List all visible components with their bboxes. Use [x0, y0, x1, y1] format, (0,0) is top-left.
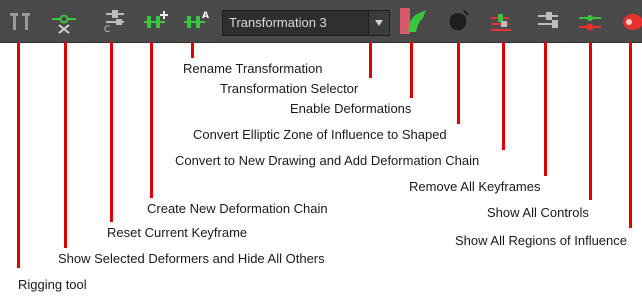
- callout-rename: [191, 42, 194, 58]
- rename-transformation-button[interactable]: A: [180, 6, 212, 36]
- create-deformation-chain-button[interactable]: [140, 6, 172, 36]
- svg-text:A: A: [202, 11, 209, 21]
- remove-all-keyframes-button[interactable]: [532, 6, 564, 36]
- rigging-tool-button[interactable]: [4, 6, 36, 36]
- label-rigging-tool: Rigging tool: [18, 277, 87, 292]
- transformation-selector-value: Transformation 3: [229, 15, 327, 30]
- transformation-selector[interactable]: Transformation 3: [222, 10, 390, 36]
- callout-rigging-tool: [17, 42, 20, 268]
- callout-convert-elliptic: [457, 42, 460, 124]
- callout-enable: [410, 42, 413, 98]
- label-show-selected: Show Selected Deformers and Hide All Oth…: [58, 251, 325, 266]
- label-remove-keyframes: Remove All Keyframes: [409, 179, 541, 194]
- label-selector: Transformation Selector: [220, 81, 359, 96]
- callout-selector: [369, 42, 372, 78]
- show-selected-deformers-button[interactable]: [48, 6, 80, 36]
- convert-new-drawing-button[interactable]: [486, 6, 518, 36]
- label-create-chain: Create New Deformation Chain: [147, 201, 328, 216]
- remove-all-keyframes-icon: [538, 12, 558, 28]
- svg-text:C: C: [104, 25, 110, 34]
- chevron-down-icon[interactable]: [368, 11, 389, 35]
- show-all-controls-button[interactable]: [574, 6, 606, 36]
- callout-remove-keyframes: [544, 42, 547, 176]
- label-convert-new-drawing: Convert to New Drawing and Add Deformati…: [175, 153, 480, 168]
- callout-show-regions: [629, 42, 632, 228]
- convert-new-drawing-icon: [491, 14, 511, 31]
- show-all-controls-icon: [579, 15, 601, 31]
- rename-transformation-icon: A: [184, 11, 209, 28]
- reset-current-keyframe-button[interactable]: C: [98, 6, 130, 36]
- deformation-toolbar: C A Transformation 3: [0, 0, 642, 43]
- enable-deformations-icon: [400, 8, 426, 34]
- label-rename: Rename Transformation: [183, 61, 323, 76]
- rigging-tool-icon: [10, 13, 30, 30]
- label-reset-keyframe: Reset Current Keyframe: [107, 225, 248, 240]
- show-all-regions-icon: [623, 14, 642, 30]
- reset-current-keyframe-icon: C: [104, 10, 124, 34]
- label-convert-elliptic: Convert Elliptic Zone of Influence to Sh…: [193, 127, 447, 142]
- convert-elliptic-zone-icon: [449, 10, 469, 31]
- show-selected-deformers-icon: [52, 14, 76, 34]
- callout-reset-keyframe: [110, 42, 113, 222]
- label-show-controls: Show All Controls: [487, 205, 589, 220]
- label-show-regions: Show All Regions of Influence: [455, 233, 627, 248]
- convert-elliptic-zone-button[interactable]: [442, 6, 474, 36]
- enable-deformations-button[interactable]: [396, 6, 428, 36]
- callout-show-controls: [589, 42, 592, 200]
- create-deformation-chain-icon: [144, 11, 168, 28]
- show-all-regions-button[interactable]: [616, 6, 642, 36]
- callout-show-selected: [64, 42, 67, 248]
- label-enable: Enable Deformations: [290, 101, 412, 116]
- callout-create-chain: [150, 42, 153, 198]
- callout-convert-new-drawing: [502, 42, 505, 150]
